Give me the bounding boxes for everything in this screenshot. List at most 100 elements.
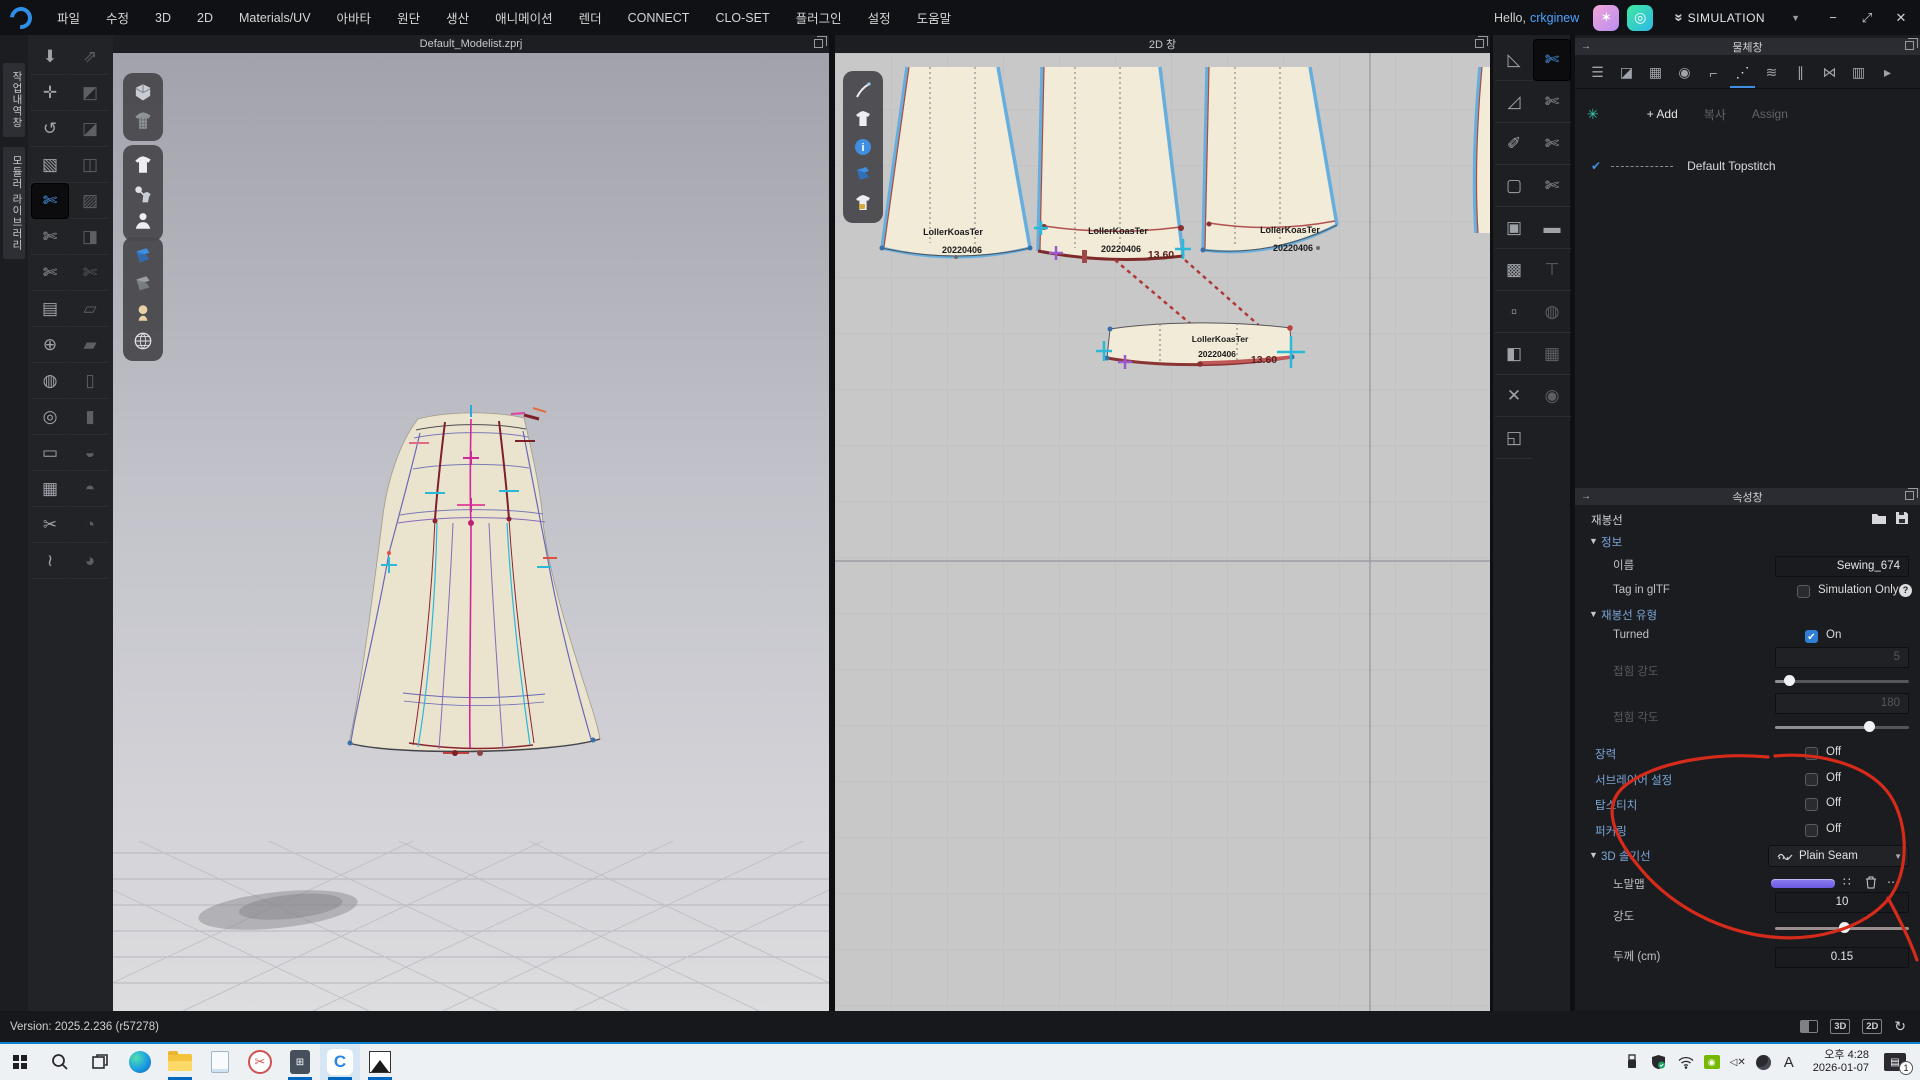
collapse-panel-icon[interactable]: → — [1581, 491, 1591, 502]
menu-help[interactable]: 도움말 — [904, 8, 965, 27]
info-section-header[interactable]: ▼ 정보 — [1575, 533, 1920, 555]
tab-scene[interactable]: ☰ — [1583, 58, 1612, 88]
cube-view-icon[interactable] — [129, 79, 157, 107]
pen-polygon-tool[interactable]: ✐ — [1495, 123, 1533, 165]
texture-sphere-tool[interactable]: ◎ — [31, 399, 69, 435]
notification-center-icon[interactable]: ▤ 1 — [1884, 1053, 1906, 1071]
seam-allowance-tool[interactable]: ▫ — [1495, 291, 1533, 333]
grid-texture-tool[interactable]: ▦ — [31, 471, 69, 507]
toggle-3d-button[interactable]: 3D — [1830, 1019, 1850, 1034]
menu-clo-set[interactable]: CLO-SET — [702, 11, 782, 25]
trace-pattern-tool[interactable]: ◱ — [1495, 417, 1533, 459]
strength-slider[interactable] — [1775, 922, 1909, 934]
clock[interactable]: 오후 4:28 2026-01-07 — [1813, 1049, 1869, 1075]
username-link[interactable]: crkginew — [1530, 11, 1579, 25]
shrink-tool[interactable]: ◕ — [71, 543, 109, 579]
ai-magic-icon[interactable]: ✶ — [1593, 5, 1619, 31]
sewing-edit-tool[interactable]: ✄ — [71, 255, 109, 291]
merge-pattern-tool[interactable]: ◧ — [1495, 333, 1533, 375]
simulation-dropdown-caret[interactable]: ▼ — [1791, 13, 1800, 23]
style-transfer-tool[interactable]: ▨ — [71, 183, 109, 219]
menu-settings[interactable]: 설정 — [855, 8, 904, 27]
steam-tool[interactable]: ◔ — [71, 507, 109, 543]
menu-2d[interactable]: 2D — [184, 11, 226, 25]
menu-plugin[interactable]: 플러그인 — [783, 8, 855, 27]
avatar-pose-tool[interactable]: ⇗ — [71, 39, 109, 75]
start-button[interactable] — [0, 1044, 40, 1080]
lacing-tool[interactable]: ▩ — [1495, 249, 1533, 291]
tab-overflow-arrow[interactable]: ▸ — [1873, 58, 1902, 88]
fold-arrangement-tool[interactable]: ◩ — [71, 75, 109, 111]
free-sewing-tool[interactable]: ✄ — [31, 255, 69, 291]
copy-button[interactable]: 복사 — [1704, 106, 1726, 123]
thickness-input[interactable]: 0.15 — [1775, 947, 1909, 968]
seam-type-section-header[interactable]: ▼ 재봉선 유형 — [1575, 606, 1920, 628]
add-button[interactable]: + Add — [1647, 107, 1678, 121]
toggle-checkbox[interactable] — [1805, 798, 1818, 811]
transform-pattern-tool[interactable]: ◺ — [1495, 39, 1533, 81]
search-button[interactable] — [40, 1044, 80, 1080]
app-tray-icon[interactable] — [1756, 1055, 1771, 1070]
fabric-front-icon[interactable] — [129, 243, 157, 271]
show-garment-tool[interactable]: ⊤ — [1533, 249, 1571, 291]
segment-sewing-tool-2d[interactable]: ✄ — [1533, 81, 1571, 123]
menu-avatar[interactable]: 아바타 — [324, 8, 385, 27]
float-window-icon[interactable] — [1905, 491, 1914, 500]
copy-pattern-tool[interactable]: ▣ — [1495, 207, 1533, 249]
menu-production[interactable]: 생산 — [433, 8, 482, 27]
md-connect-icon[interactable]: ◎ — [1627, 5, 1653, 31]
pin-garment-icon[interactable] — [129, 179, 157, 207]
tab-padding[interactable]: ▥ — [1844, 58, 1873, 88]
save-preset-icon[interactable] — [1895, 511, 1909, 525]
press-tool[interactable]: ◓ — [71, 471, 109, 507]
show-avatar-icon[interactable] — [129, 207, 157, 235]
fold-strength-input[interactable]: 5 — [1775, 647, 1909, 668]
clo-app-icon[interactable]: C — [320, 1044, 360, 1080]
normal-map-grid-icon[interactable]: ∷ — [1843, 875, 1851, 889]
float-window-icon[interactable] — [1905, 41, 1914, 50]
collapse-panel-icon[interactable]: → — [1581, 41, 1591, 52]
cut-tool[interactable]: ✂ — [31, 507, 69, 543]
sync-icon[interactable]: ↻ — [1894, 1018, 1906, 1035]
assign-button[interactable]: Assign — [1752, 107, 1788, 121]
rectangle-pattern-tool[interactable]: ▢ — [1495, 165, 1533, 207]
avatar-skin-icon[interactable] — [129, 299, 157, 327]
window-close-button[interactable]: ✕ — [1886, 10, 1916, 26]
sewing-machine-tool[interactable]: ✄ — [31, 183, 69, 219]
texture-edit-tool[interactable]: ◍ — [1533, 291, 1571, 333]
more-options-icon[interactable]: ⋯ — [1887, 875, 1899, 889]
fabric-circle-tool[interactable]: ◍ — [31, 363, 69, 399]
bind-tool[interactable]: ◒ — [71, 435, 109, 471]
task-view-button[interactable] — [80, 1044, 120, 1080]
notepad-icon[interactable] — [200, 1044, 240, 1080]
tab-fabric[interactable]: ◪ — [1612, 58, 1641, 88]
turned-checkbox[interactable]: ✔ — [1805, 630, 1818, 643]
seam-taping-tool[interactable]: ▤ — [31, 291, 69, 327]
fabric-back-icon[interactable] — [129, 271, 157, 299]
segment-sewing-tool[interactable]: ✄ — [31, 219, 69, 255]
fabric-view-2d-icon[interactable] — [849, 161, 877, 189]
pattern-grid-tool[interactable]: ▦ — [1533, 333, 1571, 375]
wireframe-globe-icon[interactable] — [129, 327, 157, 355]
pin-tool[interactable]: ⊕ — [31, 327, 69, 363]
float-window-icon[interactable] — [1475, 39, 1484, 48]
viewport-2d-canvas[interactable]: LollerKoasTer 20220406 — [835, 53, 1490, 1011]
menu-3d[interactable]: 3D — [142, 11, 184, 25]
measure-tool[interactable]: ▯ — [71, 363, 109, 399]
clo-logo-icon[interactable] — [8, 5, 34, 31]
puckering-view-tool[interactable]: ◉ — [1533, 375, 1571, 417]
toggle-2d-button[interactable]: 2D — [1862, 1019, 1882, 1034]
normal-map-swatch[interactable] — [1771, 879, 1835, 888]
pattern-info-icon[interactable]: i — [849, 133, 877, 161]
tab-topstitch[interactable]: ⋰ — [1728, 58, 1757, 88]
pattern-solid-tool[interactable]: ▰ — [71, 327, 109, 363]
window-restore-button[interactable]: ⤢ — [1852, 10, 1882, 26]
flatten-garment-tool[interactable]: ◪ — [71, 111, 109, 147]
delete-normal-map-icon[interactable] — [1865, 876, 1877, 889]
sewing-tool-2d[interactable]: ✄ — [1533, 39, 1571, 81]
menu-render[interactable]: 렌더 — [566, 8, 615, 27]
select-garment-tool[interactable]: ▧ — [31, 147, 69, 183]
dock-tab-modular-library[interactable]: 모듈러 라이브러리 — [3, 147, 25, 259]
show-garment-icon[interactable] — [129, 151, 157, 179]
free-sewing-tool-2d[interactable]: ✄ — [1533, 123, 1571, 165]
